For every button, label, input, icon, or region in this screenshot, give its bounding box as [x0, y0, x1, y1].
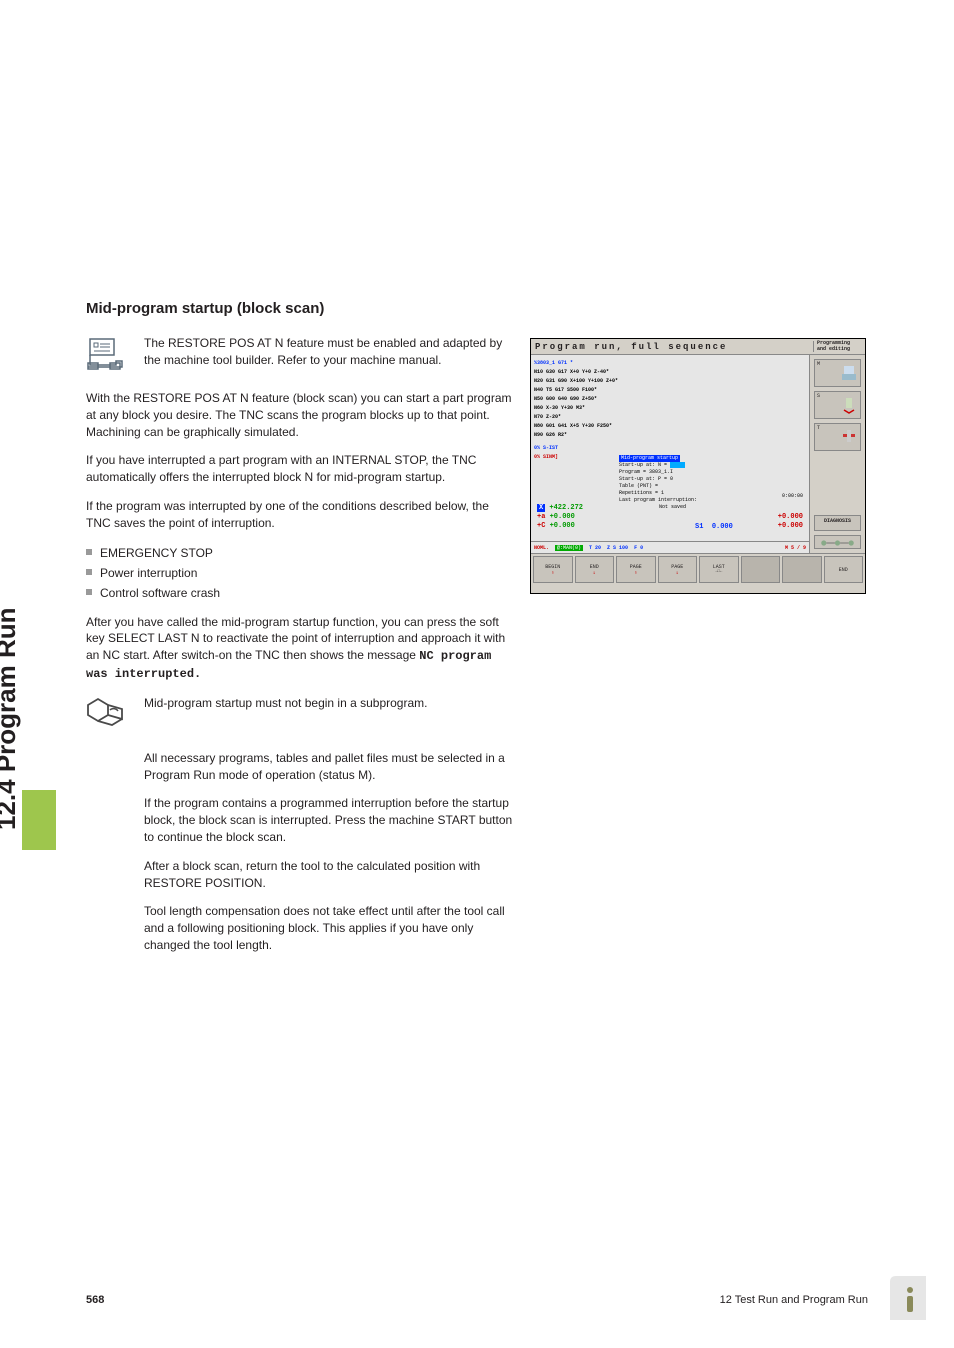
page-footer: 568 12 Test Run and Program Run — [86, 1294, 868, 1306]
tnc-screenshot: Program run, full sequence Programming a… — [530, 338, 866, 594]
list-item: Power interruption — [86, 564, 516, 582]
elapsed-time: 0:00:00 — [782, 493, 803, 499]
info-text-5: Tool length compensation does not take e… — [144, 903, 516, 953]
heading: Mid-program startup (block scan) — [86, 300, 516, 317]
page-number: 568 — [86, 1294, 104, 1306]
s-button[interactable]: S — [814, 391, 861, 419]
machine-note-text: The RESTORE POS AT N feature must be ena… — [144, 335, 516, 376]
list-item: Control software crash — [86, 584, 516, 602]
side-tab: 12.4 Program Run — [22, 290, 56, 830]
program-listing: %3803_1 G71 * N10 G30 G17 X+0 Y+0 Z-40* … — [531, 355, 809, 466]
info-text-1: Mid-program startup must not begin in a … — [144, 695, 516, 736]
interrupt-conditions-list: EMERGENCY STOP Power interruption Contro… — [86, 544, 516, 602]
spindle-value: S1 0.000 — [695, 523, 733, 531]
softkey-empty — [741, 556, 781, 583]
info-note: Mid-program startup must not begin in a … — [86, 695, 516, 736]
green-thumb-marker — [22, 790, 56, 850]
info-text-4: After a block scan, return the tool to t… — [144, 858, 516, 892]
machine-manual-icon — [86, 358, 126, 375]
softkey-page-down[interactable]: PAGE⇓ — [658, 556, 698, 583]
info-text-2: All necessary programs, tables and palle… — [144, 750, 516, 784]
softkey-page-up[interactable]: PAGE⇑ — [616, 556, 656, 583]
softkey-bar: BEGIN⇑ END⇓ PAGE⇑ PAGE⇓ LAST→□← END — [531, 553, 865, 585]
hand-note-icon — [86, 718, 126, 735]
softkey-end[interactable]: END⇓ — [575, 556, 615, 583]
diagnosis-button[interactable]: DIAGNOSIS — [814, 515, 861, 531]
paragraph-1: With the RESTORE POS AT N feature (block… — [86, 390, 516, 440]
machine-note: The RESTORE POS AT N feature must be ena… — [86, 335, 516, 376]
t-button[interactable]: T — [814, 423, 861, 451]
paragraph-4: After you have called the mid-program st… — [86, 614, 516, 683]
paragraph-3: If the program was interrupted by one of… — [86, 498, 516, 532]
right-button-bar: M S T DIAGNOSIS — [809, 355, 865, 553]
info-text-3: If the program contains a programmed int… — [144, 795, 516, 845]
status-bar: NOML. @:MAN(0) T 20 Z S 100 F 0 M 5 / 9 — [531, 541, 809, 553]
softkey-last[interactable]: LAST→□← — [699, 556, 739, 583]
section-label: 12.4 Program Run — [0, 607, 22, 830]
midprogram-dialog: Mid-program startup Start-up at: N = Pro… — [619, 455, 769, 511]
scr-title-text: Program run, full sequence — [535, 342, 727, 352]
chapter-label: 12 Test Run and Program Run — [720, 1294, 868, 1306]
softkey-end2[interactable]: END — [824, 556, 864, 583]
softkey-empty — [782, 556, 822, 583]
paragraph-2: If you have interrupted a part program w… — [86, 452, 516, 486]
right-coords: +0.000 +0.000 — [778, 513, 803, 531]
list-item: EMERGENCY STOP — [86, 544, 516, 562]
softkey-begin[interactable]: BEGIN⇑ — [533, 556, 573, 583]
scr-mode-text: Programming and editing — [813, 341, 861, 352]
axis-coords: X +422.272 +a +0.000 +C +0.000 — [537, 504, 583, 531]
info-corner-icon — [890, 1276, 926, 1320]
network-button[interactable] — [814, 535, 861, 549]
m-button[interactable]: M — [814, 359, 861, 387]
